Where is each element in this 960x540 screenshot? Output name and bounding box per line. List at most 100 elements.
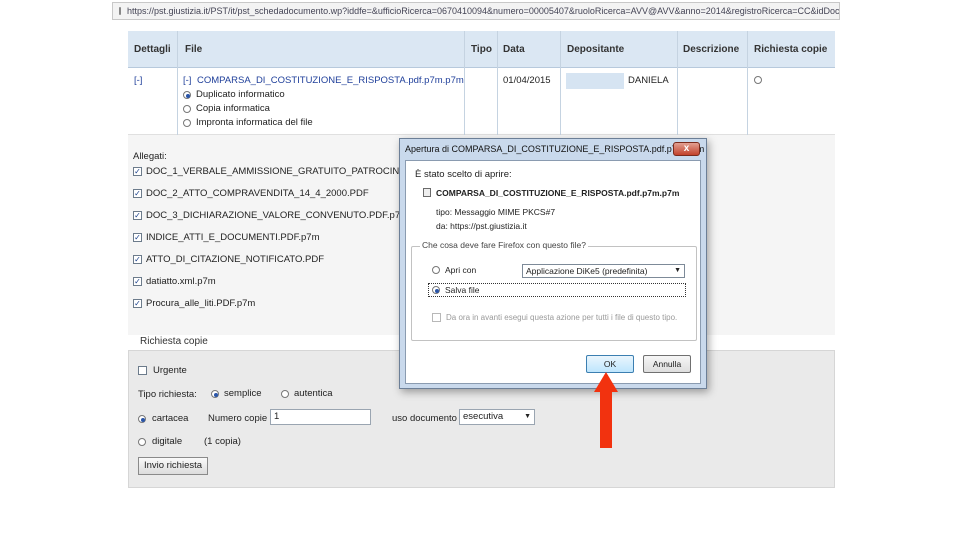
list-item[interactable]: ✓ ATTO_DI_CITAZIONE_NOTIFICATO.PDF — [133, 254, 324, 265]
remember-choice[interactable]: Da ora in avanti esegui questa azione pe… — [432, 313, 677, 322]
digitale-label: digitale — [152, 436, 183, 447]
formato-digitale[interactable]: digitale — [138, 436, 182, 447]
file-icon — [423, 188, 431, 197]
header-descrizione: Descrizione — [683, 44, 740, 55]
dialog-intro: È stato scelto di aprire: — [415, 169, 512, 180]
red-arrow-shaft — [600, 390, 612, 448]
cartacea-label: cartacea — [152, 413, 189, 424]
numero-copie-input[interactable]: 1 — [270, 409, 371, 425]
file-link[interactable]: COMPARSA_DI_COSTITUZIONE_E_RISPOSTA.pdf.… — [197, 75, 464, 86]
dialog-file-name: COMPARSA_DI_COSTITUZIONE_E_RISPOSTA.pdf.… — [436, 188, 680, 198]
salva-file-option[interactable]: Salva file — [432, 285, 480, 295]
address-bar[interactable]: https://pst.giustizia.it/PST/it/pst_sche… — [112, 2, 840, 20]
option-label: Impronta informatica del file — [196, 117, 313, 128]
chevron-down-icon: ▼ — [674, 267, 681, 274]
radio-icon[interactable] — [183, 90, 191, 99]
header-file: File — [185, 44, 203, 55]
checkbox-icon[interactable]: ✓ — [133, 299, 142, 308]
action-question: Che cosa deve fare Firefox con questo fi… — [420, 240, 588, 250]
header-depositante: Depositante — [567, 44, 625, 55]
column-divider — [464, 31, 465, 135]
list-item[interactable]: ✓ DOC_2_ATTO_COMPRAVENDITA_14_4_2000.PDF — [133, 188, 369, 199]
option-label: Duplicato informatico — [196, 89, 285, 100]
attachment-name: DOC_3_DICHIARAZIONE_VALORE_CONVENUTO.PDF… — [146, 210, 409, 221]
dialog-file-type: tipo: Messaggio MIME PKCS#7 — [436, 207, 556, 217]
semplice-label: semplice — [224, 388, 262, 399]
uso-value: esecutiva — [463, 411, 504, 422]
apri-con-label: Apri con — [445, 265, 477, 275]
attachment-name: datiatto.xml.p7m — [146, 276, 216, 287]
redacted-name — [566, 73, 624, 89]
remember-label: Da ora in avanti esegui questa azione pe… — [446, 313, 678, 322]
option-label: Copia informatica — [196, 103, 270, 114]
radio-icon[interactable] — [281, 389, 289, 398]
ok-button[interactable]: OK — [586, 355, 634, 373]
radio-icon[interactable] — [432, 266, 440, 274]
checkbox-icon[interactable]: ✓ — [133, 255, 142, 264]
attachment-name: INDICE_ATTI_E_DOCUMENTI.PDF.p7m — [146, 232, 320, 243]
radio-icon[interactable] — [138, 414, 146, 423]
option-duplicato[interactable]: Duplicato informatico — [183, 89, 285, 100]
autentica-label: autentica — [294, 388, 333, 399]
file-toggle[interactable]: [-] — [183, 75, 191, 86]
option-impronta[interactable]: Impronta informatica del file — [183, 117, 313, 128]
deposit-date: 01/04/2015 — [503, 75, 551, 86]
dialog-title: Apertura di COMPARSA_DI_COSTITUZIONE_E_R… — [405, 144, 705, 154]
header-data: Data — [503, 44, 525, 55]
uso-documento-select[interactable]: esecutiva ▼ — [459, 409, 535, 425]
option-copia[interactable]: Copia informatica — [183, 103, 270, 114]
header-richiesta-copie: Richiesta copie — [754, 44, 828, 55]
attachment-name: Procura_alle_liti.PDF.p7m — [146, 298, 256, 309]
url-text: https://pst.giustizia.it/PST/it/pst_sche… — [127, 6, 840, 16]
checkbox-icon[interactable] — [432, 313, 441, 322]
list-item[interactable]: ✓ INDICE_ATTI_E_DOCUMENTI.PDF.p7m — [133, 232, 320, 243]
checkbox-icon[interactable]: ✓ — [133, 167, 142, 176]
list-item[interactable]: ✓ DOC_1_VERBALE_AMMISSIONE_GRATUITO_PATRO… — [133, 166, 431, 177]
richiesta-copie-title: Richiesta copie — [140, 336, 208, 347]
formato-cartacea[interactable]: cartacea — [138, 413, 188, 424]
attachment-name: ATTO_DI_CITAZIONE_NOTIFICATO.PDF — [146, 254, 325, 265]
column-divider — [747, 31, 748, 135]
dialog-body: È stato scelto di aprire: COMPARSA_DI_CO… — [405, 160, 701, 384]
numero-copie-label: Numero copie — [208, 413, 268, 424]
annulla-button[interactable]: Annulla — [643, 355, 691, 373]
urgente-checkbox[interactable]: Urgente — [138, 365, 187, 376]
checkbox-icon[interactable]: ✓ — [133, 233, 142, 242]
radio-icon[interactable] — [183, 118, 191, 127]
una-copia-label: (1 copia) — [204, 436, 241, 447]
column-divider — [677, 31, 678, 135]
list-item[interactable]: ✓ datiatto.xml.p7m — [133, 276, 216, 287]
checkbox-icon[interactable]: ✓ — [133, 189, 142, 198]
close-button[interactable]: x — [673, 142, 700, 156]
details-toggle[interactable]: [-] — [134, 75, 142, 86]
attachment-name: DOC_1_VERBALE_AMMISSIONE_GRATUITO_PATROC… — [146, 166, 431, 177]
uso-documento-label: uso documento — [392, 413, 457, 424]
richiesta-copie-radio[interactable] — [754, 76, 762, 84]
lock-icon — [119, 7, 121, 15]
radio-icon[interactable] — [432, 286, 440, 294]
radio-icon[interactable] — [183, 104, 191, 113]
header-tipo: Tipo — [471, 44, 492, 55]
apri-con-option[interactable]: Apri con — [432, 265, 476, 275]
checkbox-icon[interactable]: ✓ — [133, 277, 142, 286]
red-arrow-icon — [594, 372, 618, 392]
radio-icon[interactable] — [211, 389, 219, 398]
list-item[interactable]: ✓ DOC_3_DICHIARAZIONE_VALORE_CONVENUTO.PD… — [133, 210, 408, 221]
column-divider — [497, 31, 498, 135]
invio-richiesta-button[interactable]: Invio richiesta — [138, 457, 208, 475]
checkbox-icon[interactable] — [138, 366, 147, 375]
list-item[interactable]: ✓ Procura_alle_liti.PDF.p7m — [133, 298, 255, 309]
allegati-label: Allegati: — [133, 151, 167, 162]
urgente-label: Urgente — [153, 365, 187, 376]
application-value: Applicazione DiKe5 (predefinita) — [526, 266, 648, 276]
chevron-down-icon: ▼ — [524, 413, 531, 420]
action-group: Che cosa deve fare Firefox con questo fi… — [411, 240, 697, 341]
dialog-file-source: da: https://pst.giustizia.it — [436, 221, 527, 231]
column-divider — [560, 31, 561, 135]
tipo-autentica[interactable]: autentica — [281, 388, 333, 399]
radio-icon[interactable] — [138, 437, 146, 446]
checkbox-icon[interactable]: ✓ — [133, 211, 142, 220]
tipo-semplice[interactable]: semplice — [211, 388, 262, 399]
download-dialog: Apertura di COMPARSA_DI_COSTITUZIONE_E_R… — [399, 138, 707, 389]
application-select[interactable]: Applicazione DiKe5 (predefinita) ▼ — [522, 264, 685, 278]
